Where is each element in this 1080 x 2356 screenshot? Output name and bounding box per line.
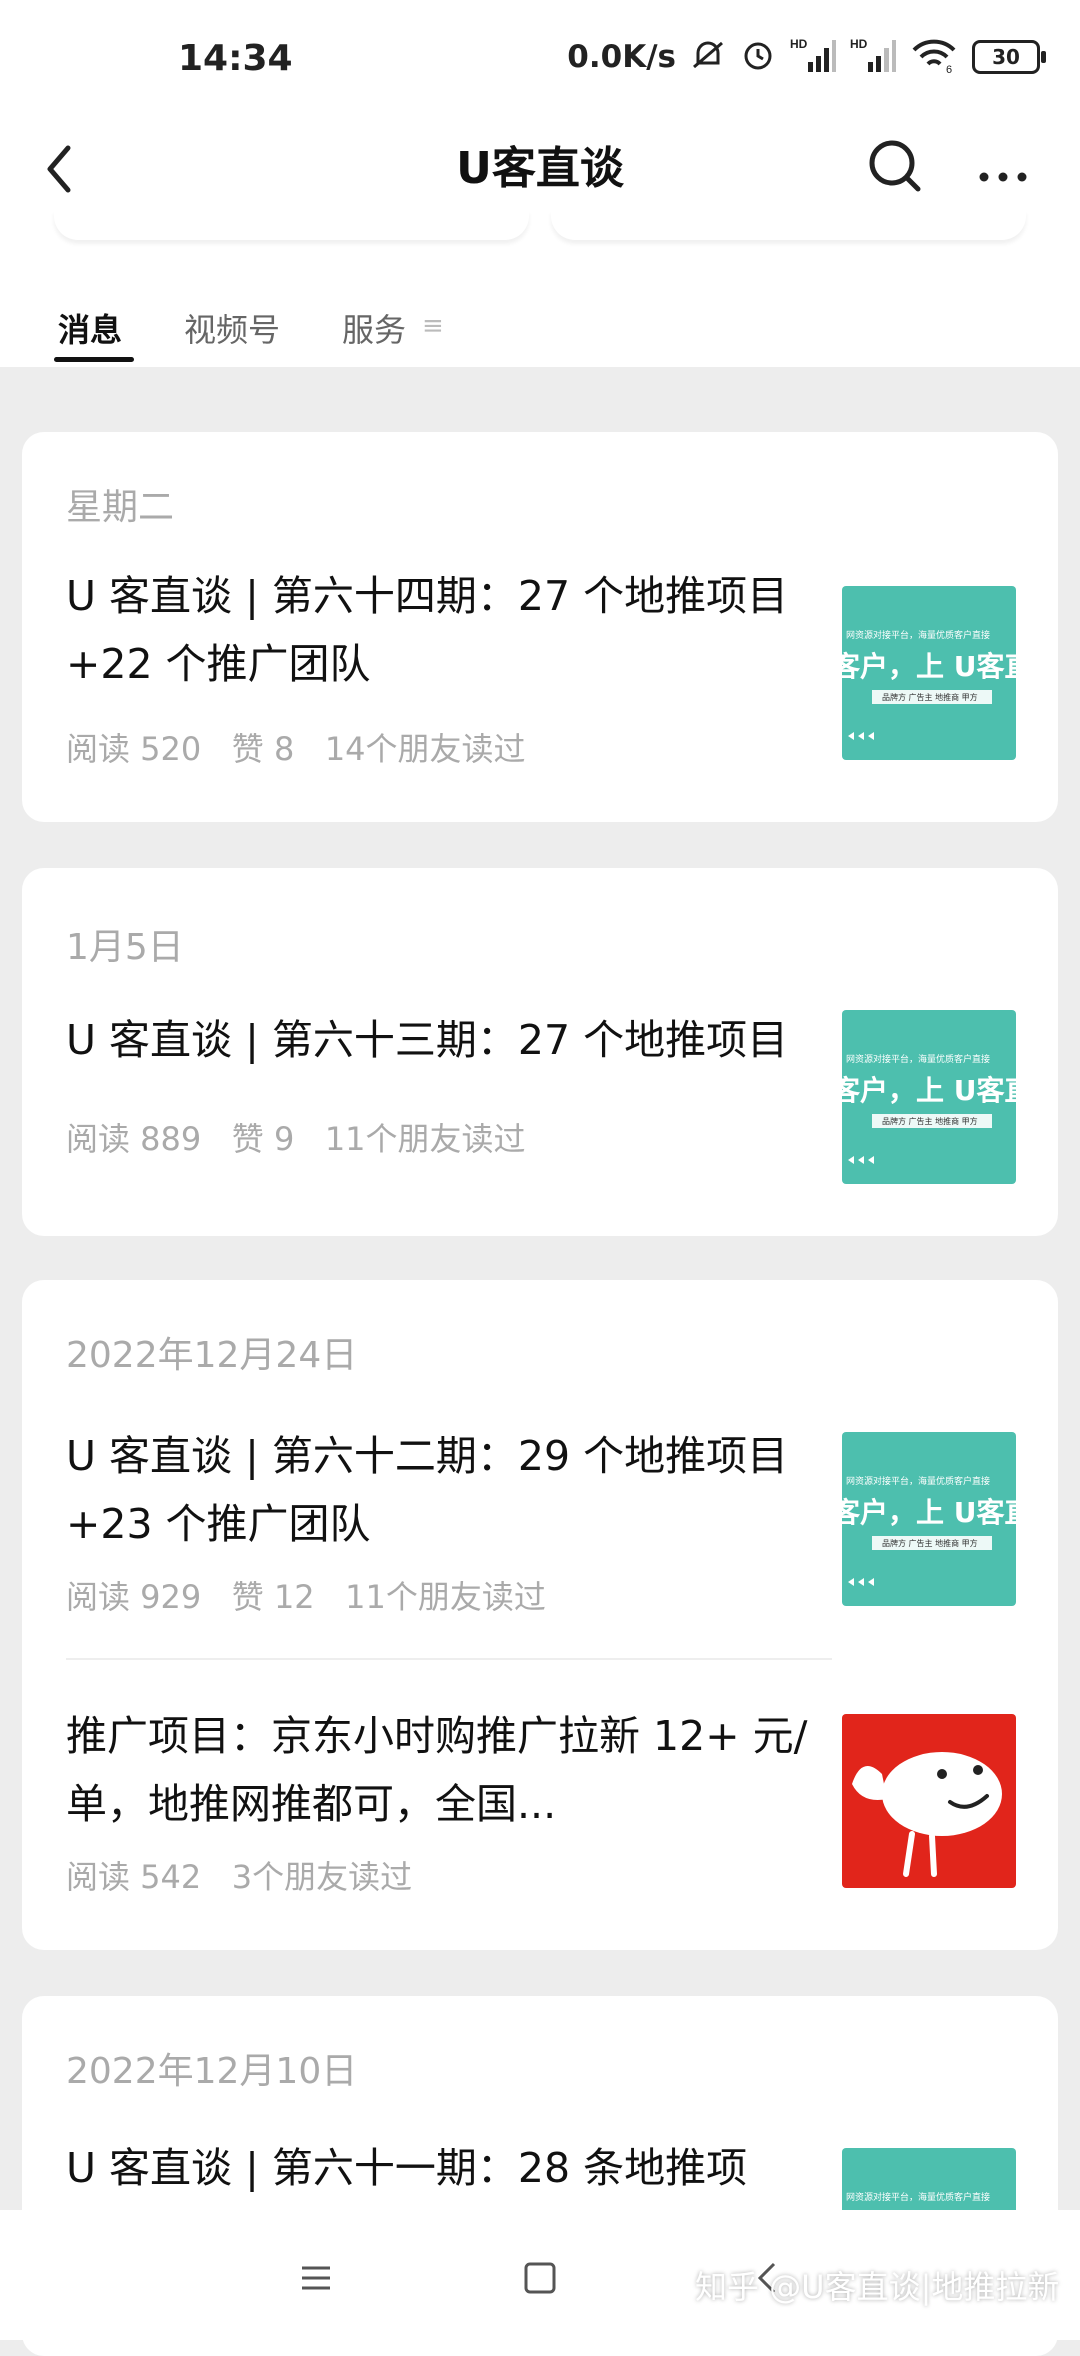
tab-bar: 消息 视频号 服务 ≡ — [0, 295, 1080, 367]
svg-text:网资源对接平台，海量优质客户直接: 网资源对接平台，海量优质客户直接 — [846, 1475, 990, 1487]
article-thumbnail[interactable]: 网资源对接平台，海量优质客户直接客户，上 U客直品牌方 广告主 地推商 甲方 — [842, 1432, 1016, 1606]
tab-messages[interactable]: 消息 — [58, 305, 122, 351]
wifi-icon: 6 — [910, 36, 958, 78]
status-bar: 14:34 0.0K/s HD HD 6 30 — [0, 0, 1080, 120]
card-date: 2022年12月10日 — [66, 2051, 358, 2092]
article-title[interactable]: U 客直谈 | 第六十三期：27 个地推项目 — [66, 1006, 836, 1074]
card-date: 1月5日 — [66, 927, 184, 968]
tab-services[interactable]: 服务 — [342, 305, 406, 351]
article-title[interactable]: U 客直谈 | 第六十一期：28 条地推项 — [66, 2134, 836, 2202]
more-icon — [979, 172, 1027, 182]
svg-text:客户，上 U客直: 客户，上 U客直 — [842, 1496, 1016, 1529]
home-button[interactable] — [520, 2258, 560, 2302]
more-button[interactable] — [970, 130, 1040, 200]
search-icon — [869, 140, 921, 192]
article-thumbnail[interactable]: 网资源对接平台，海量优质客户直接客户，上 U客直品牌方 广告主 地推商 甲方 — [842, 586, 1016, 760]
svg-text:品牌方 广告主 地推商 甲方: 品牌方 广告主 地推商 甲方 — [882, 692, 978, 702]
message-card: 星期二 U 客直谈 | 第六十四期：27 个地推项目 +22 个推广团队 阅读 … — [22, 432, 1058, 822]
svg-text:客户，上 U客直: 客户，上 U客直 — [842, 650, 1016, 683]
message-card: 1月5日 U 客直谈 | 第六十三期：27 个地推项目 阅读 889 赞 9 1… — [22, 868, 1058, 1236]
nav-bar: U客直谈 — [0, 110, 1080, 310]
square-icon — [524, 2262, 556, 2294]
card-date: 星期二 — [66, 487, 175, 528]
menu-icon — [302, 2266, 330, 2290]
article-title[interactable]: 推广项目：京东小时购推广拉新 12+ 元/单，地推网推都可，全国... — [66, 1702, 836, 1838]
active-tab-indicator — [54, 357, 134, 362]
message-card: 2022年12月24日 U 客直谈 | 第六十二期：29 个地推项目 +23 个… — [22, 1280, 1058, 1950]
menu-icon[interactable]: ≡ — [422, 311, 444, 341]
profile-card-peek-left[interactable] — [54, 210, 529, 240]
svg-text:网资源对接平台，海量优质客户直接: 网资源对接平台，海量优质客户直接 — [846, 2191, 990, 2203]
profile-card-peek-right[interactable] — [551, 210, 1026, 240]
signal-hd-icon-2: HD — [850, 36, 896, 78]
tab-channels[interactable]: 视频号 — [184, 305, 280, 351]
mute-icon — [690, 37, 726, 77]
battery-icon: 30 — [972, 40, 1046, 74]
signal-hd-icon: HD — [790, 36, 836, 78]
article-title[interactable]: U 客直谈 | 第六十二期：29 个地推项目 +23 个推广团队 — [66, 1422, 836, 1558]
card-date: 2022年12月24日 — [66, 1335, 358, 1376]
watermark: 知乎 @U客直谈|地推拉新 — [695, 2268, 1060, 2306]
article-thumbnail[interactable]: 网资源对接平台，海量优质客户直接客户，上 U客直品牌方 广告主 地推商 甲方 — [842, 1010, 1016, 1184]
article-meta: 阅读 889 赞 9 11个朋友读过 — [66, 1120, 526, 1158]
svg-text:6: 6 — [946, 64, 952, 74]
status-icons: 0.0K/s HD HD 6 30 — [567, 36, 1046, 78]
svg-text:网资源对接平台，海量优质客户直接: 网资源对接平台，海量优质客户直接 — [846, 629, 990, 641]
svg-text:HD: HD — [790, 37, 808, 51]
article-meta: 阅读 929 赞 12 11个朋友读过 — [66, 1578, 546, 1616]
status-time: 14:34 — [178, 38, 293, 79]
article-meta: 阅读 542 3个朋友读过 — [66, 1858, 413, 1896]
svg-text:品牌方 广告主 地推商 甲方: 品牌方 广告主 地推商 甲方 — [882, 1116, 978, 1126]
alarm-icon — [740, 37, 776, 77]
recents-button[interactable] — [296, 2258, 336, 2302]
article-divider — [66, 1658, 832, 1660]
svg-text:客户，上 U客直: 客户，上 U客直 — [842, 1074, 1016, 1107]
svg-text:品牌方 广告主 地推商 甲方: 品牌方 广告主 地推商 甲方 — [882, 1538, 978, 1548]
search-button[interactable] — [860, 130, 930, 200]
article-title[interactable]: U 客直谈 | 第六十四期：27 个地推项目 +22 个推广团队 — [66, 562, 836, 698]
jd-mascot-thumbnail[interactable] — [842, 1714, 1016, 1888]
network-speed: 0.0K/s — [567, 39, 676, 75]
article-meta: 阅读 520 赞 8 14个朋友读过 — [66, 730, 526, 768]
svg-text:HD: HD — [850, 37, 868, 51]
svg-text:网资源对接平台，海量优质客户直接: 网资源对接平台，海量优质客户直接 — [846, 1053, 990, 1065]
